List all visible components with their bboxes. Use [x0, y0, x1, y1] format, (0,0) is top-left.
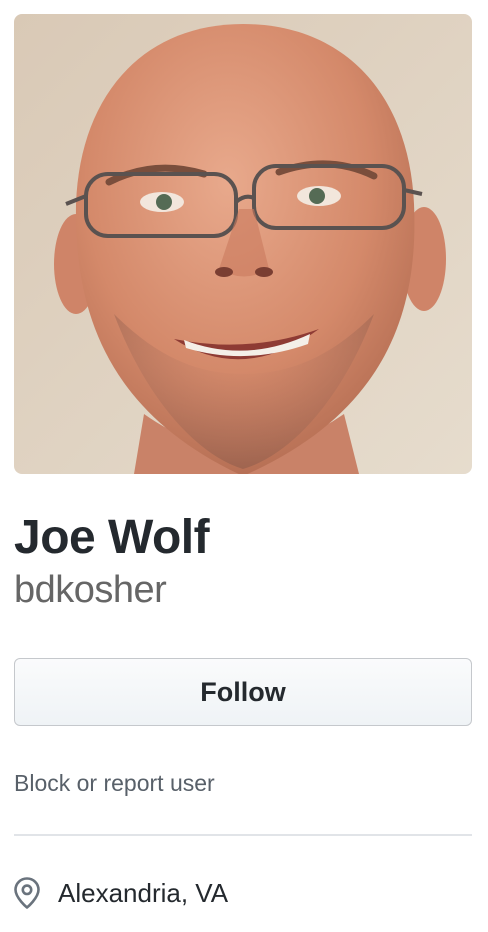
location-label: Alexandria, VA — [58, 878, 229, 908]
profile-username: bdkosher — [14, 569, 167, 611]
profile-names: Joe Wolf bdkosher — [14, 510, 472, 612]
profile-location: Alexandria, VA — [14, 876, 472, 910]
block-or-report-link[interactable]: Block or report user — [14, 768, 472, 798]
divider — [14, 834, 472, 836]
profile-full-name: Joe Wolf — [14, 511, 210, 564]
follow-button[interactable]: Follow — [14, 658, 472, 726]
avatar[interactable] — [14, 14, 472, 474]
location-pin-icon — [14, 876, 44, 910]
user-profile-card: Joe Wolf bdkosher Follow Block or report… — [14, 14, 472, 910]
